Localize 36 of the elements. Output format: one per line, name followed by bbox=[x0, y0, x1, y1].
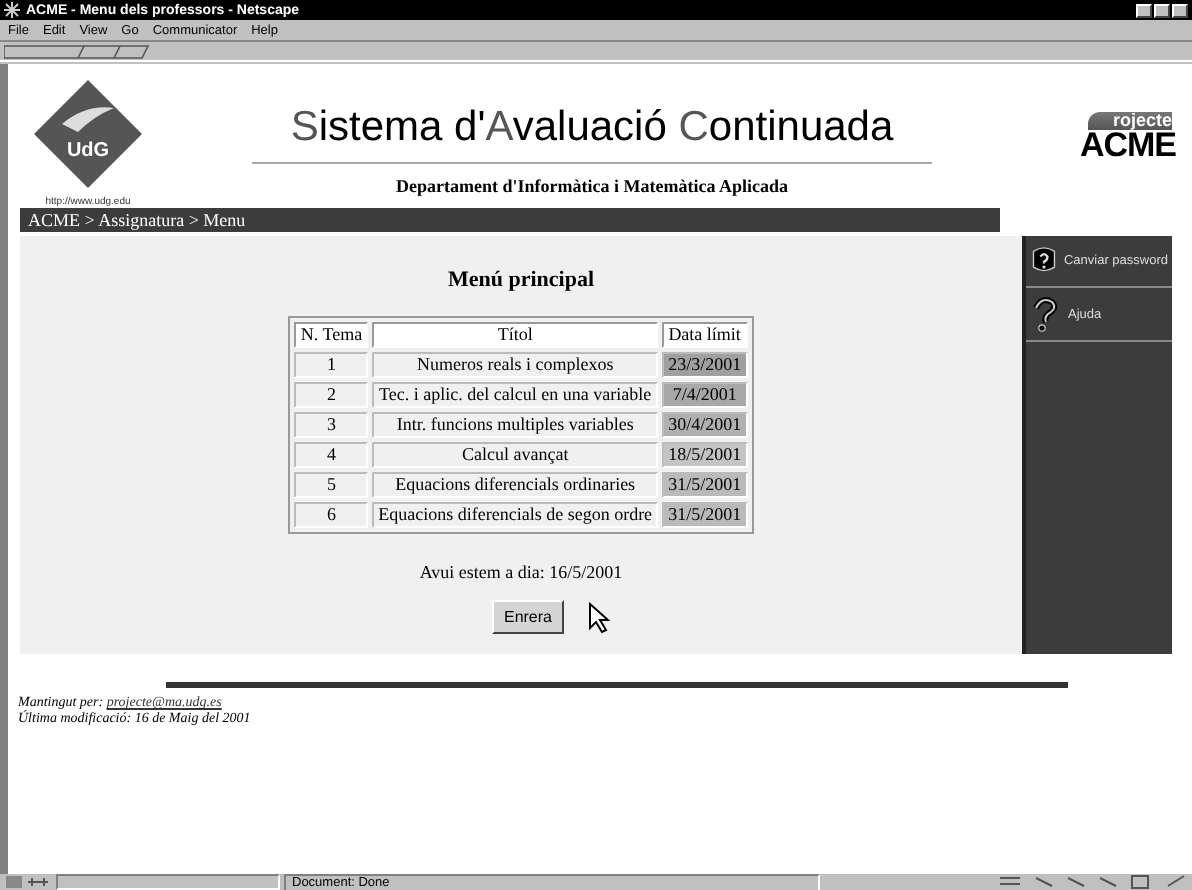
table-cell: 6 bbox=[294, 502, 369, 528]
department-name: Departament d'Informàtica i Matemàtica Aplicada bbox=[396, 176, 788, 196]
current-date-text: Avui estem a dia: 16/5/2001 bbox=[419, 562, 623, 582]
logo-text: UdG bbox=[66, 140, 110, 162]
deadline-cell: 23/3/2001 bbox=[662, 352, 748, 378]
breadcrumb-bar: ACME > Assignatura > Menu bbox=[20, 208, 1000, 232]
table-cell: 3 bbox=[294, 412, 369, 438]
maximize-button[interactable] bbox=[1154, 3, 1170, 17]
table-cell: 1 bbox=[294, 352, 369, 378]
table-cell: Intr. funcions multiples variables bbox=[372, 412, 659, 438]
table-cell: 5 bbox=[294, 472, 369, 498]
deadline-cell: 30/4/2001 bbox=[662, 412, 748, 438]
page-heading: Menú principal bbox=[447, 268, 595, 292]
table-cell: Numeros reals i complexos bbox=[372, 352, 659, 378]
minimize-button[interactable] bbox=[1136, 3, 1152, 17]
back-button[interactable]: Enrera bbox=[491, 600, 564, 634]
brand-subtitle: rojecte bbox=[1088, 112, 1172, 130]
deadline-cell: 31/5/2001 bbox=[662, 502, 748, 528]
cursor-icon bbox=[588, 602, 610, 634]
table-cell: Calcul avançat bbox=[372, 442, 659, 468]
help-icon bbox=[1030, 296, 1062, 332]
table-cell: 4 bbox=[294, 442, 369, 468]
site-title: Sistema d'Avaluació Continuada bbox=[290, 104, 894, 152]
deadline-cell: 18/5/2001 bbox=[662, 442, 748, 468]
column-header: Títol bbox=[372, 322, 659, 348]
deadline-cell: 31/5/2001 bbox=[662, 472, 748, 498]
table-cell: Equacions diferencials ordinaries bbox=[372, 472, 659, 498]
deadline-cell: 7/4/2001 bbox=[662, 382, 748, 408]
logo-emblem bbox=[34, 80, 142, 188]
brand-logo-text: ACME bbox=[1079, 130, 1176, 162]
table-cell: 2 bbox=[294, 382, 369, 408]
table-cell: Equacions diferencials de segon ordre bbox=[372, 502, 659, 528]
close-button[interactable] bbox=[1172, 3, 1188, 17]
table-cell: Tec. i aplic. del calcul en una variable bbox=[372, 382, 659, 408]
column-header: N. Tema bbox=[294, 322, 369, 348]
column-header: Data límit bbox=[662, 322, 748, 348]
